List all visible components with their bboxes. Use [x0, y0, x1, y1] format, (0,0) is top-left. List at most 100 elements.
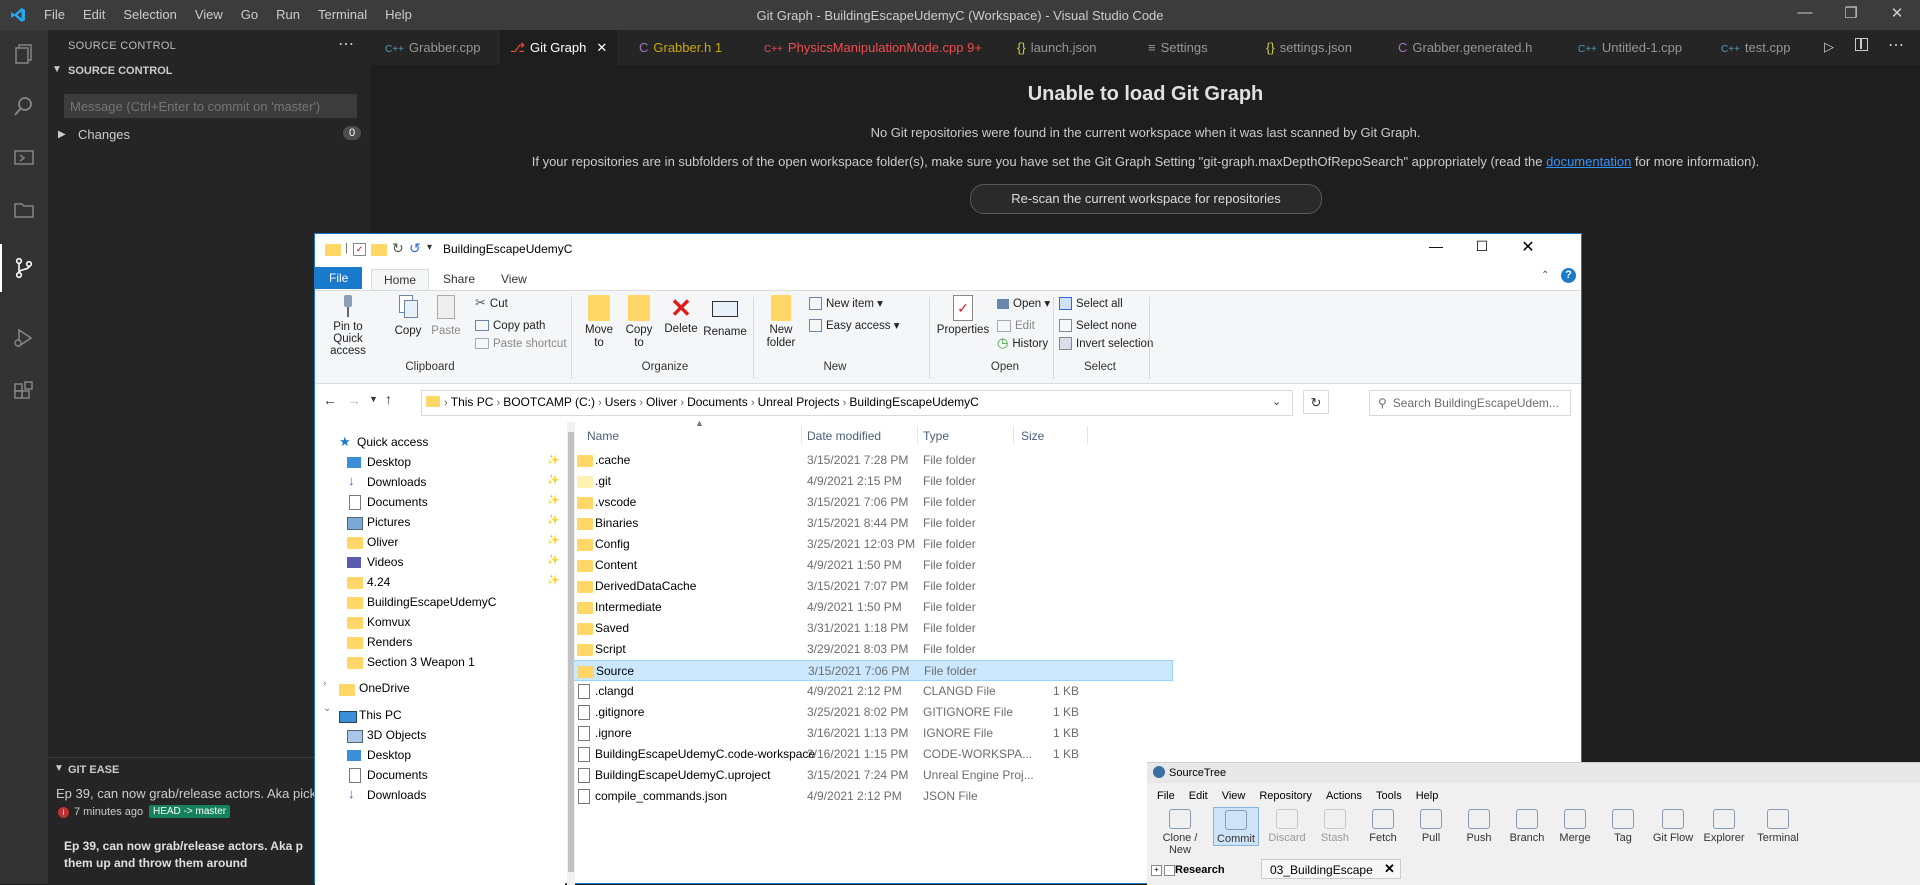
pull-button[interactable]: Pull: [1409, 809, 1453, 844]
new-folder-button[interactable]: New folder: [761, 295, 801, 350]
clone-new-button[interactable]: Clone / New: [1151, 809, 1209, 856]
file-row[interactable]: DerivedDataCache 3/15/2021 7:07 PM File fo…: [573, 576, 1173, 597]
nav-quick-access[interactable]: Quick access: [357, 435, 428, 449]
search-icon[interactable]: [12, 94, 36, 118]
rescan-button[interactable]: Re-scan the current workspace for reposi…: [970, 184, 1322, 214]
new-item-button[interactable]: New item ▾: [809, 295, 883, 311]
file-row[interactable]: Config 3/25/2021 12:03 PM File folder: [573, 534, 1173, 555]
nav-3d-objects[interactable]: 3D Objects: [367, 728, 426, 742]
documentation-link[interactable]: documentation: [1546, 154, 1631, 169]
expand-icon[interactable]: +: [1151, 865, 1162, 876]
search-box[interactable]: ⚲ Search BuildingEscapeUdem...: [1369, 390, 1571, 416]
nav-pc-downloads[interactable]: Downloads: [367, 788, 426, 802]
chevron-right-icon[interactable]: ▶: [58, 129, 66, 140]
tab-test-cpp[interactable]: C++ test.cpp: [1721, 30, 1806, 65]
back-arrow-icon[interactable]: ←: [323, 392, 337, 408]
restore-button[interactable]: ❐: [1828, 4, 1874, 26]
ribbon-tab-home[interactable]: Home: [371, 269, 430, 290]
file-row[interactable]: .vscode 3/15/2021 7:06 PM File folder: [573, 492, 1173, 513]
breadcrumb-oliver[interactable]: Oliver: [646, 395, 677, 409]
file-row[interactable]: BuildingEscapeUdemyC.uproject 3/15/2021 7…: [573, 765, 1173, 786]
column-divider[interactable]: [917, 426, 918, 444]
file-row[interactable]: Saved 3/31/2021 1:18 PM File folder: [573, 618, 1173, 639]
more-actions-icon[interactable]: ⋯: [338, 34, 354, 54]
ribbon-tab-file[interactable]: File: [315, 267, 363, 289]
nav-documents[interactable]: Documents: [367, 495, 428, 509]
breadcrumb-project[interactable]: BuildingEscapeUdemyC: [849, 395, 978, 409]
tab-physics-manipulation[interactable]: C++ PhysicsManipulationMode.cpp 9+: [764, 30, 982, 65]
address-bar[interactable]: › This PC › BOOTCAMP (C:) › Users › Oliv…: [421, 390, 1293, 416]
tab-grabber-cpp[interactable]: C++ Grabber.cpp: [385, 30, 495, 65]
extensions-icon[interactable]: [12, 380, 36, 404]
nav-pc-desktop[interactable]: Desktop: [367, 748, 411, 762]
file-row[interactable]: Script 3/29/2021 8:03 PM File folder: [573, 639, 1173, 660]
commit-message[interactable]: Ep 39, can now grab/release actors. Aka …: [56, 786, 316, 801]
nav-section-3[interactable]: Section 3 Weapon 1: [367, 655, 475, 669]
discard-button[interactable]: Discard: [1265, 809, 1309, 844]
explorer-maximize-button[interactable]: ☐: [1459, 238, 1505, 255]
file-row[interactable]: .gitignore 3/25/2021 8:02 PM GITIGNORE Fil…: [573, 702, 1173, 723]
file-row[interactable]: .git 4/9/2021 2:15 PM File folder: [573, 471, 1173, 492]
column-divider[interactable]: [1013, 426, 1014, 444]
nav-desktop[interactable]: Desktop: [367, 455, 411, 469]
breadcrumb-this-pc[interactable]: This PC: [451, 395, 494, 409]
file-row[interactable]: Content 4/9/2021 1:50 PM File folder: [573, 555, 1173, 576]
new-folder-qat-icon[interactable]: [371, 244, 387, 256]
st-menu-edit[interactable]: Edit: [1189, 790, 1208, 802]
nav-downloads[interactable]: Downloads: [367, 475, 426, 489]
split-editor-icon[interactable]: [1855, 38, 1868, 51]
explorer-icon[interactable]: [12, 42, 36, 66]
nav-pc-documents[interactable]: Documents: [367, 768, 428, 782]
select-none-button[interactable]: Select none: [1059, 317, 1137, 333]
file-row[interactable]: Intermediate 4/9/2021 1:50 PM File folder: [573, 597, 1173, 618]
column-divider[interactable]: [1087, 426, 1088, 444]
tree-item-research[interactable]: Research: [1175, 864, 1225, 876]
nav-pictures[interactable]: Pictures: [367, 515, 410, 529]
properties-qat-icon[interactable]: ✓: [353, 243, 366, 256]
chevron-down-icon[interactable]: ▼: [54, 763, 64, 774]
breadcrumb-users[interactable]: Users: [605, 395, 636, 409]
st-menu-help[interactable]: Help: [1416, 790, 1439, 802]
move-to-button[interactable]: Move to: [581, 295, 617, 350]
tag-button[interactable]: Tag: [1601, 809, 1645, 844]
recent-locations-icon[interactable]: ▼: [369, 394, 378, 404]
file-row[interactable]: .cache 3/15/2021 7:28 PM File folder: [573, 450, 1173, 471]
chevron-right-icon[interactable]: ›: [323, 678, 326, 689]
up-arrow-icon[interactable]: ↑: [385, 391, 392, 407]
ribbon-tab-share[interactable]: Share: [431, 269, 487, 289]
cut-button[interactable]: ✂ Cut: [475, 295, 508, 311]
file-row[interactable]: .ignore 3/16/2021 1:13 PM IGNORE File 1 KB: [573, 723, 1173, 744]
collapse-ribbon-icon[interactable]: ⌃: [1541, 270, 1549, 281]
rename-button[interactable]: Rename: [703, 295, 747, 338]
help-icon[interactable]: ?: [1561, 268, 1576, 283]
ribbon-tab-view[interactable]: View: [489, 269, 539, 289]
st-menu-actions[interactable]: Actions: [1326, 790, 1362, 802]
repo-tab[interactable]: 03_BuildingEscape ✕: [1261, 859, 1401, 879]
column-size[interactable]: Size: [1021, 429, 1044, 443]
tab-untitled-1[interactable]: C++ Untitled-1.cpp: [1578, 30, 1688, 65]
breadcrumb-unreal-projects[interactable]: Unreal Projects: [758, 395, 840, 409]
terminal-button[interactable]: Terminal: [1751, 809, 1805, 844]
chevron-down-icon[interactable]: ⌄: [323, 703, 331, 714]
tab-launch-json[interactable]: {} launch.json: [1017, 30, 1117, 65]
section-header[interactable]: SOURCE CONTROL: [68, 65, 173, 77]
st-menu-file[interactable]: File: [1157, 790, 1175, 802]
close-tab-icon[interactable]: ✕: [1384, 861, 1395, 877]
select-all-button[interactable]: Select all: [1059, 295, 1123, 311]
properties-button[interactable]: ✓ Properties: [935, 295, 991, 336]
close-window-button[interactable]: ✕: [1874, 4, 1920, 26]
nav-building-escape[interactable]: BuildingEscapeUdemyC: [367, 595, 496, 609]
tab-settings[interactable]: ≡ Settings: [1148, 30, 1228, 65]
push-button[interactable]: Push: [1457, 809, 1501, 844]
file-row[interactable]: Binaries 3/15/2021 8:44 PM File folder: [573, 513, 1173, 534]
close-tab-icon[interactable]: ✕: [596, 40, 607, 55]
file-row[interactable]: .clangd 4/9/2021 2:12 PM CLANGD File 1 KB: [573, 681, 1173, 702]
changes-label[interactable]: Changes: [78, 127, 130, 142]
edit-button[interactable]: Edit: [997, 317, 1035, 332]
folder-icon[interactable]: [12, 198, 36, 222]
delete-button[interactable]: ✕ Delete: [663, 293, 699, 335]
st-menu-tools[interactable]: Tools: [1376, 790, 1402, 802]
column-divider[interactable]: [801, 426, 802, 444]
copy-button[interactable]: Copy: [391, 295, 425, 337]
copy-to-button[interactable]: Copy to: [621, 295, 657, 350]
